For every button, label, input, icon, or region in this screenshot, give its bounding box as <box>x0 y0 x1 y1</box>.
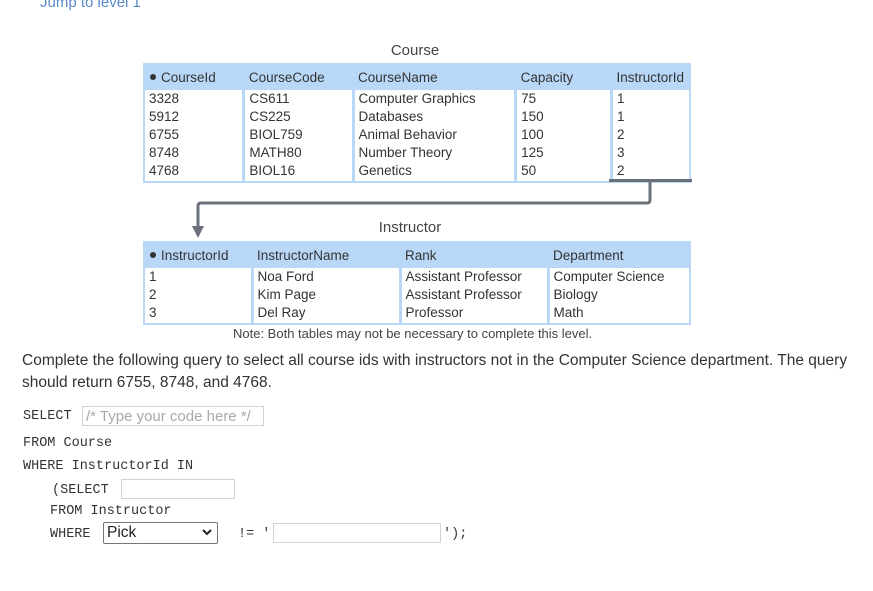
course-table: CourseId CourseCode CourseName Capacity … <box>143 63 691 183</box>
tables-note: Note: Both tables may not be necessary t… <box>233 326 593 341</box>
course-cell: BIOL759 <box>242 126 354 144</box>
course-cell: 4768 <box>149 163 180 178</box>
course-cell: 3328 <box>149 91 180 106</box>
subquery-select-keyword: (SELECT <box>52 483 109 498</box>
where-column-select-value: Pick <box>107 524 137 541</box>
not-equal-operator: != ' <box>238 527 271 542</box>
course-header-row: CourseId CourseCode CourseName Capacity … <box>144 64 690 90</box>
instructor-cell: 3 <box>149 305 157 320</box>
course-cell: Computer Graphics <box>351 90 516 108</box>
course-cell: 2 <box>609 126 690 144</box>
course-row: 3328 CS611 Computer Graphics 75 1 <box>144 90 690 108</box>
instructor-cell: Noa Ford <box>250 268 400 286</box>
level-prompt: Complete the following query to select a… <box>22 352 848 391</box>
instructor-row: 3 Del Ray Professor Math <box>144 304 690 324</box>
chevron-down-icon <box>202 529 212 536</box>
course-col-header: InstructorId <box>611 64 690 90</box>
course-col-header: CourseName <box>353 64 516 90</box>
course-cell: CS225 <box>242 108 354 126</box>
query-where-in: WHERE InstructorId IN <box>23 459 194 474</box>
query-select-keyword: SELECT <box>23 409 72 424</box>
instructor-table: InstructorId InstructorName Rank Departm… <box>143 241 691 325</box>
course-cell: 1 <box>609 90 690 108</box>
department-value-input[interactable] <box>273 523 441 543</box>
instructor-header-row: InstructorId InstructorName Rank Departm… <box>144 242 690 268</box>
instructor-col-header: InstructorId <box>144 242 252 268</box>
instructor-cell: 1 <box>149 269 157 284</box>
subquery-from-instructor: FROM Instructor <box>50 504 172 519</box>
course-cell: 150 <box>514 108 612 126</box>
instructor-table-title: Instructor <box>378 219 442 236</box>
course-row: 6755 BIOL759 Animal Behavior 100 2 <box>144 126 690 144</box>
instructor-col-header: Rank <box>400 242 548 268</box>
course-cell: 6755 <box>149 127 180 142</box>
instructor-col-header: InstructorName <box>252 242 400 268</box>
course-cell: 5912 <box>149 109 180 124</box>
where-column-select[interactable]: Pick <box>103 522 218 544</box>
instructor-cell: Computer Science <box>546 268 690 286</box>
course-row: 5912 CS225 Databases 150 1 <box>144 108 690 126</box>
course-cell: 125 <box>514 144 612 162</box>
course-cell: BIOL16 <box>242 162 354 182</box>
course-cell: Animal Behavior <box>351 126 516 144</box>
instructor-cell: Math <box>546 304 690 324</box>
course-cell: 100 <box>514 126 612 144</box>
subquery-where-keyword: WHERE <box>50 527 91 542</box>
instructor-cell: Assistant Professor <box>398 268 548 286</box>
course-col-header: Capacity <box>515 64 612 90</box>
course-col-header: CourseCode <box>243 64 354 90</box>
course-cell: 8748 <box>149 145 180 160</box>
primary-key-icon <box>150 73 156 80</box>
instructor-col-header: Department <box>548 242 690 268</box>
instructor-cell: 2 <box>149 287 157 302</box>
course-cell: Number Theory <box>351 144 516 162</box>
course-cell: MATH80 <box>242 144 354 162</box>
query-from-course: FROM Course <box>23 436 113 451</box>
course-row: 8748 MATH80 Number Theory 125 3 <box>144 144 690 162</box>
course-cell: Databases <box>351 108 516 126</box>
primary-key-icon <box>150 251 156 258</box>
course-table-title: Course <box>390 42 440 59</box>
instructor-cell: Professor <box>398 304 548 324</box>
query-closing: '); <box>443 527 468 542</box>
instructor-row: 1 Noa Ford Assistant Professor Computer Sci… <box>144 268 690 286</box>
course-cell: Genetics <box>351 162 516 182</box>
subquery-select-input[interactable] <box>121 479 235 499</box>
select-columns-input[interactable] <box>82 406 264 426</box>
course-cell: 50 <box>514 162 612 182</box>
instructor-cell: Del Ray <box>250 304 400 324</box>
course-cell: 3 <box>609 144 690 162</box>
instructor-row: 2 Kim Page Assistant Professor Biology <box>144 286 690 304</box>
course-cell: 75 <box>514 90 612 108</box>
course-col-header: CourseId <box>144 64 244 90</box>
course-cell: CS611 <box>242 90 354 108</box>
jump-to-level-link[interactable]: Jump to level 1 <box>40 0 141 11</box>
course-cell: 1 <box>609 108 690 126</box>
instructor-cell: Kim Page <box>250 286 400 304</box>
instructor-cell: Assistant Professor <box>398 286 548 304</box>
instructor-cell: Biology <box>546 286 690 304</box>
